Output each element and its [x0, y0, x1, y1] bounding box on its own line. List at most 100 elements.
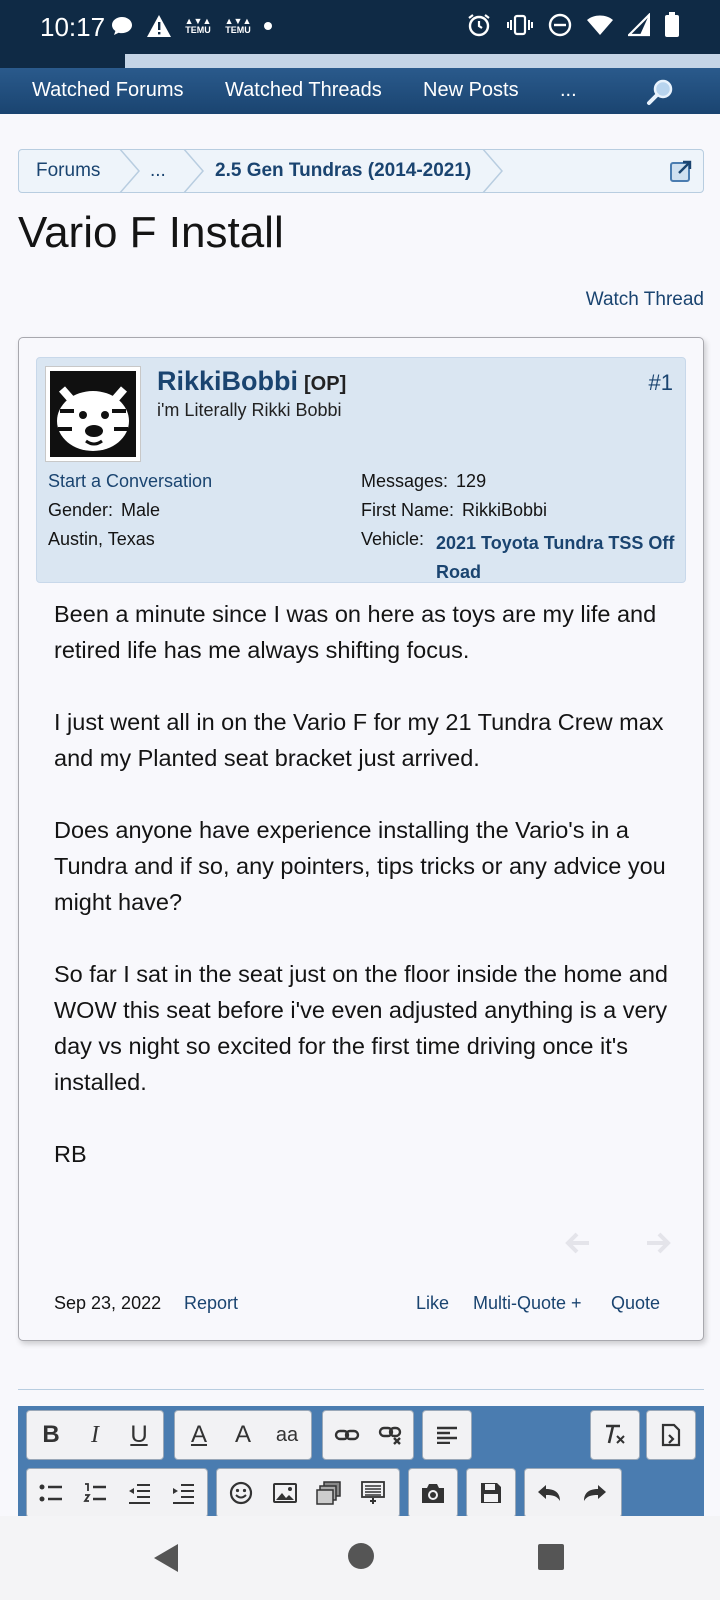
report-link[interactable]: Report [184, 1293, 238, 1314]
redo-button[interactable] [573, 1469, 617, 1516]
arrow-left-icon[interactable] [563, 1228, 593, 1258]
italic-button[interactable]: I [73, 1411, 117, 1459]
divider [18, 1389, 704, 1390]
link-button[interactable] [325, 1411, 369, 1459]
indent-icon [173, 1484, 194, 1504]
forum-nav-bar: Watched Forums Watched Threads New Posts… [0, 68, 720, 114]
history-group [524, 1468, 622, 1516]
recents-icon[interactable] [537, 1543, 565, 1571]
link-icon [334, 1429, 360, 1441]
like-link[interactable]: Like [416, 1293, 449, 1314]
save-group [466, 1468, 516, 1516]
save-icon [481, 1483, 501, 1503]
unlink-button[interactable] [369, 1411, 413, 1459]
underline-button[interactable]: U [117, 1411, 161, 1459]
insert-image-button[interactable] [263, 1469, 307, 1516]
op-tag: [OP] [304, 373, 347, 395]
bold-button[interactable]: B [29, 1411, 73, 1459]
watch-thread-link[interactable]: Watch Thread [586, 289, 704, 311]
nav-more[interactable]: ... [560, 79, 577, 102]
header-strip-tab [0, 54, 125, 68]
back-icon[interactable] [150, 1542, 182, 1574]
multi-quote-link[interactable]: Multi-Quote + [473, 1293, 582, 1314]
breadcrumb-chevron-icon [119, 150, 140, 192]
warning-icon [147, 15, 171, 37]
alarm-icon [468, 14, 490, 37]
vehicle-value[interactable]: 2021 Toyota Tundra TSS Off Road [436, 529, 676, 587]
list-group [26, 1468, 208, 1516]
breadcrumb-chevron-icon [482, 150, 503, 192]
messages-field: Messages: 129 [361, 471, 487, 491]
quote-link[interactable]: Quote [611, 1293, 660, 1314]
status-time: 10:17 [40, 12, 106, 42]
home-icon[interactable] [347, 1542, 375, 1570]
search-icon[interactable] [646, 78, 674, 106]
breadcrumb-current-forum[interactable]: 2.5 Gen Tundras (2014-2021) [215, 160, 471, 182]
signal-icon [628, 13, 650, 37]
insert-quote-button[interactable] [351, 1469, 395, 1516]
avatar[interactable] [45, 366, 141, 462]
emoji-button[interactable] [219, 1469, 263, 1516]
page-title: Vario F Install [18, 208, 284, 257]
insert-media-button[interactable] [307, 1469, 351, 1516]
more-notifications-dot-icon [264, 22, 272, 30]
document-toggle-icon [661, 1423, 681, 1447]
start-conversation-link[interactable]: Start a Conversation [48, 471, 212, 492]
post-paragraph: Been a minute since I was on here as toy… [54, 601, 657, 663]
clear-format-icon [606, 1424, 625, 1444]
post-paragraph: Does anyone have experience installing t… [54, 817, 666, 915]
post-card: RikkiBobbi [OP] i'm Literally Rikki Bobbi… [18, 337, 704, 1341]
breadcrumb: Forums ... 2.5 Gen Tundras (2014-2021) [18, 149, 704, 193]
remove-formatting-button[interactable] [593, 1411, 637, 1459]
system-status-icons [466, 12, 680, 38]
notification-icons: ▲▼▲ TEMU ▲▼▲ TEMU [110, 14, 272, 38]
bullet-list-button[interactable] [29, 1469, 73, 1516]
user-title: i'm Literally Rikki Bobbi [157, 400, 342, 420]
align-button[interactable] [425, 1411, 469, 1459]
save-draft-button[interactable] [469, 1469, 513, 1516]
font-family-button[interactable]: aa [265, 1411, 309, 1459]
breadcrumb-ellipsis[interactable]: ... [150, 160, 166, 182]
camera-group [408, 1468, 458, 1516]
system-navigation-bar [0, 1516, 720, 1600]
user-info-box: RikkiBobbi [OP] i'm Literally Rikki Bobbi… [36, 357, 686, 583]
breadcrumb-chevron-icon [183, 150, 204, 192]
toggle-bbcode-button[interactable] [649, 1411, 693, 1459]
vehicle-label: Vehicle: [361, 529, 425, 549]
numbered-list-icon [83, 1483, 106, 1502]
bullet-list-icon [39, 1484, 62, 1502]
post-username[interactable]: RikkiBobbi [OP] [157, 366, 346, 397]
vibrate-icon [507, 14, 533, 36]
nav-watched-threads[interactable]: Watched Threads [225, 79, 382, 102]
arrow-right-icon[interactable] [643, 1228, 673, 1258]
nav-new-posts[interactable]: New Posts [423, 79, 519, 102]
gender-field: Gender: Male [48, 500, 161, 520]
external-link-icon[interactable] [669, 159, 693, 183]
camera-button[interactable] [411, 1469, 455, 1516]
nav-watched-forums[interactable]: Watched Forums [32, 79, 184, 102]
toggle-bbcode-group [646, 1410, 696, 1460]
indent-button[interactable] [161, 1469, 205, 1516]
image-icon [273, 1483, 297, 1503]
temu-icon: ▲▼▲ TEMU [184, 16, 212, 35]
font-size-button[interactable]: A [221, 1411, 265, 1459]
text-color-button[interactable]: A [177, 1411, 221, 1459]
undo-button[interactable] [527, 1469, 571, 1516]
redo-icon [584, 1485, 606, 1501]
post-paragraph: So far I sat in the seat just on the flo… [54, 961, 668, 1095]
post-paragraph: I just went all in on the Vario F for my… [54, 709, 664, 771]
numbered-list-button[interactable] [73, 1469, 117, 1516]
outdent-button[interactable] [117, 1469, 161, 1516]
post-date[interactable]: Sep 23, 2022 [54, 1293, 161, 1314]
avatar-image [50, 371, 136, 457]
status-bar: 10:17 ▲▼▲ TEMU ▲▼▲ TEMU [0, 0, 720, 54]
outdent-icon [129, 1484, 150, 1504]
breadcrumb-forums[interactable]: Forums [36, 160, 100, 182]
clear-format-group [590, 1410, 640, 1460]
media-gallery-icon [316, 1481, 341, 1505]
post-body: Been a minute since I was on here as toy… [54, 596, 669, 1208]
battery-icon [665, 12, 679, 37]
post-number[interactable]: #1 [649, 370, 673, 396]
insert-group [216, 1468, 400, 1516]
link-group [322, 1410, 414, 1460]
